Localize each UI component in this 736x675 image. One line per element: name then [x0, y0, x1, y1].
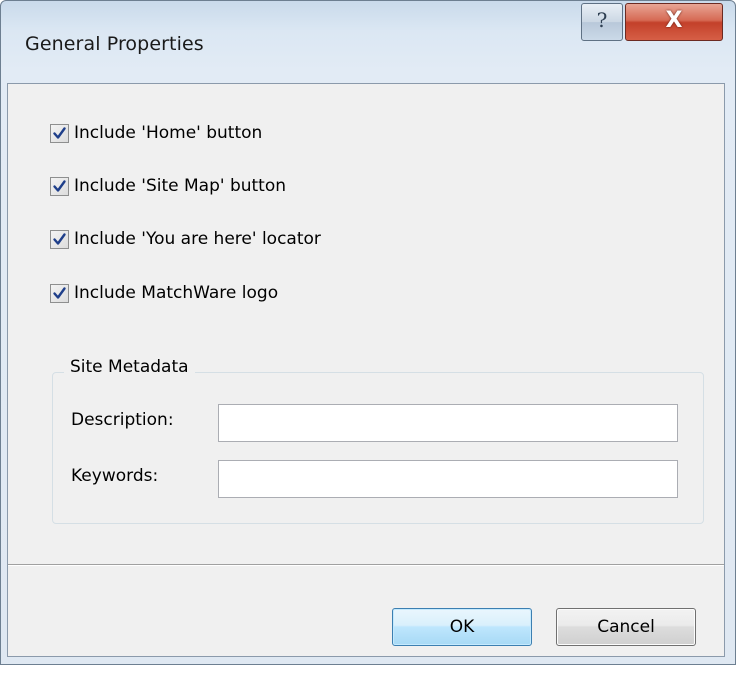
option-label: Include 'Site Map' button	[74, 176, 287, 196]
checkbox[interactable]	[50, 177, 69, 196]
keywords-label: Keywords:	[71, 466, 159, 486]
description-label: Description:	[71, 410, 174, 430]
window-title: General Properties	[25, 33, 204, 55]
option-label: Include 'Home' button	[74, 123, 263, 143]
button-separator	[8, 564, 724, 566]
close-button[interactable]: X	[625, 3, 723, 41]
help-icon: ?	[596, 8, 608, 32]
group-title: Site Metadata	[64, 357, 195, 377]
title-bar[interactable]: General Properties ? X	[1, 1, 735, 83]
checkbox[interactable]	[50, 124, 69, 143]
checkmark-icon	[53, 287, 66, 299]
checkmark-icon	[53, 127, 66, 139]
dialog-body: Include 'Home' button Include 'Site Map'…	[7, 83, 725, 657]
checkmark-icon	[53, 233, 66, 245]
cancel-button[interactable]: Cancel	[556, 608, 696, 646]
keywords-input[interactable]	[218, 460, 678, 498]
help-button[interactable]: ?	[581, 3, 623, 41]
site-metadata-group	[52, 372, 704, 524]
ok-button[interactable]: OK	[392, 608, 532, 646]
option-label: Include MatchWare logo	[74, 283, 279, 303]
close-icon: X	[665, 8, 683, 33]
checkbox[interactable]	[50, 230, 69, 249]
dialog-window: General Properties ? X Include 'Home' bu…	[0, 0, 736, 665]
description-input[interactable]	[218, 404, 678, 442]
checkbox[interactable]	[50, 284, 69, 303]
checkmark-icon	[53, 180, 66, 192]
option-label: Include 'You are here' locator	[74, 229, 321, 249]
